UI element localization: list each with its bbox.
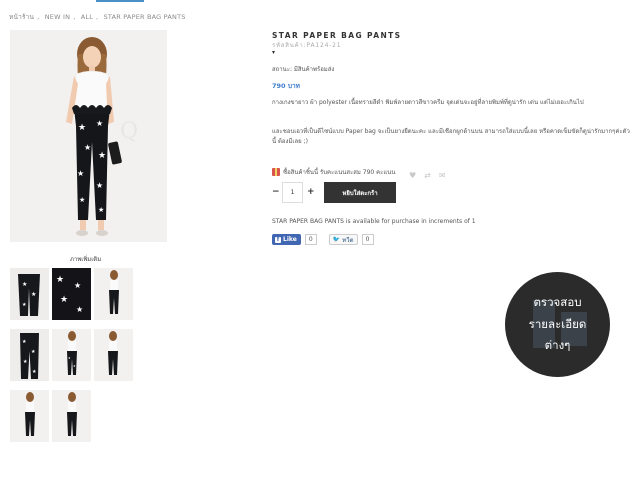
badge-line-3: ต่างๆ (544, 338, 571, 352)
quantity-input[interactable]: 1 (282, 182, 303, 203)
product-description-1: กางเกงขายาว ผ้า polyester เนื้อทรายสีดำ … (272, 99, 584, 106)
badge-line-1: ตรวจสอบ (533, 295, 582, 309)
social-share: f Like 0 🐦 ทวีต 0 (272, 234, 374, 245)
stock-status: สถานะ: มีสินค้าพร้อมส่ง (272, 66, 335, 73)
svg-text:★: ★ (60, 295, 68, 305)
badge-line-2: รายละเอียด (528, 317, 587, 331)
breadcrumb-separator: , (96, 13, 99, 21)
product-description-2: และชอบเอวที่เป็นดีไซน์แบบ Paper bag จะเป… (272, 128, 630, 145)
svg-text:★: ★ (84, 143, 91, 152)
facebook-icon: f (275, 236, 281, 243)
thumbnail-image[interactable]: ★ ★ ★ ★ (10, 329, 49, 381)
caret-down-icon[interactable]: ▾ (272, 49, 275, 56)
more-images-label: ภาพเพิ่มเติม (70, 256, 102, 263)
twitter-icon: 🐦 (332, 236, 341, 243)
increments-note: STAR PAPER BAG PANTS is available for pu… (272, 218, 476, 225)
thumbnail-image[interactable]: ★ ★ (52, 329, 91, 381)
heart-icon[interactable]: ♥ (409, 172, 416, 180)
twitter-tweet-label: ทวีต (342, 236, 354, 244)
svg-text:★: ★ (98, 151, 106, 161)
facebook-like-label: Like (283, 236, 297, 243)
svg-text:★: ★ (77, 169, 84, 178)
svg-text:★: ★ (22, 339, 27, 345)
breadcrumb-separator: , (37, 13, 40, 21)
thumbnail-image[interactable] (94, 268, 133, 320)
reward-points-text: ซื้อสินค้าชิ้นนี้ รับคะแนนสะสม 790 คะแนน (283, 169, 396, 176)
svg-text:Q: Q (120, 119, 138, 144)
svg-text:★: ★ (76, 305, 83, 314)
svg-text:★: ★ (22, 302, 27, 308)
thumbnail-image[interactable]: ★ ★ ★ (10, 268, 49, 320)
svg-text:★: ★ (73, 364, 76, 368)
breadcrumb-all[interactable]: ALL (81, 13, 93, 21)
svg-text:★: ★ (74, 281, 81, 290)
reward-points: ซื้อสินค้าชิ้นนี้ รับคะแนนสะสม 790 คะแนน (272, 167, 395, 177)
top-accent-bar (96, 0, 144, 2)
svg-text:★: ★ (98, 206, 104, 214)
svg-text:★: ★ (31, 291, 36, 298)
facebook-like-count: 0 (304, 234, 317, 245)
svg-text:★: ★ (96, 119, 103, 128)
add-to-cart-button[interactable]: หยิบใส่ตะกร้า (324, 182, 396, 203)
thumbnail-image[interactable] (52, 390, 91, 442)
breadcrumb-current: STAR PAPER BAG PANTS (103, 13, 186, 21)
facebook-like-button[interactable]: f Like (272, 234, 301, 245)
product-title: STAR PAPER BAG PANTS (272, 31, 402, 40)
thumbnail-image[interactable] (10, 390, 49, 442)
email-icon[interactable]: ✉ (439, 172, 446, 180)
compare-icon[interactable]: ⇄ (424, 172, 431, 180)
product-sku: รหัสสินค้า:PA124-21 (272, 42, 342, 49)
svg-text:★: ★ (78, 123, 86, 133)
details-floating-button[interactable]: ตรวจสอบ รายละเอียด ต่างๆ (505, 272, 610, 377)
quantity-increase-button[interactable]: + (307, 187, 315, 197)
breadcrumb-home[interactable]: หน้าร้าน (9, 12, 34, 22)
svg-text:★: ★ (96, 181, 103, 190)
thumbnail-image[interactable]: ★ ★ ★ ★ (52, 268, 91, 320)
svg-text:★: ★ (22, 281, 27, 288)
gift-icon (272, 168, 280, 176)
breadcrumb-separator: , (73, 13, 76, 21)
breadcrumb-new-in[interactable]: NEW IN (45, 13, 70, 21)
svg-text:★: ★ (31, 349, 36, 355)
twitter-tweet-count: 0 (361, 234, 374, 245)
svg-text:★: ★ (56, 275, 64, 285)
svg-text:★: ★ (23, 359, 28, 365)
breadcrumb: หน้าร้าน, NEW IN, ALL, STAR PAPER BAG PA… (9, 12, 186, 22)
svg-text:★: ★ (32, 369, 37, 375)
product-actions: ♥ ⇄ ✉ (409, 172, 446, 180)
thumbnail-image[interactable] (94, 329, 133, 381)
main-product-image[interactable]: ★ ★ ★ ★ ★ ★ ★ ★ Q (10, 30, 167, 242)
svg-text:★: ★ (79, 196, 85, 204)
svg-text:★: ★ (68, 356, 71, 360)
product-price: 790 บาท (272, 82, 300, 90)
quantity-decrease-button[interactable]: − (272, 187, 280, 197)
twitter-tweet-button[interactable]: 🐦 ทวีต (328, 234, 358, 245)
